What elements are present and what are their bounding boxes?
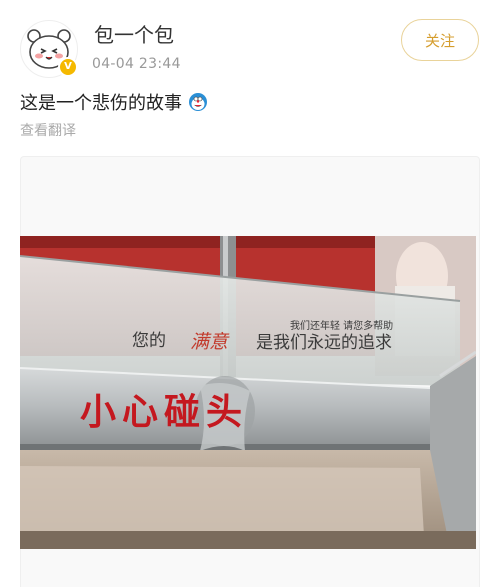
photo-scene: 您的 满意 是我们永远的追求 我们还年轻 请您多帮助 小心碰头: [20, 236, 476, 549]
post-timestamp: 04-04 23:44: [92, 56, 181, 72]
sign-slogan-right: 是我们永远的追求: [256, 333, 392, 353]
sign-slogan-top: 我们还年轻 请您多帮助: [290, 319, 393, 332]
translate-link[interactable]: 查看翻译: [20, 120, 76, 140]
post-text-content: 这是一个悲伤的故事: [20, 93, 182, 114]
follow-button[interactable]: 关注: [401, 19, 479, 61]
username[interactable]: 包一个包: [94, 19, 174, 48]
sign-main-text: 小心碰头: [80, 392, 248, 433]
post-text: 这是一个悲伤的故事: [20, 89, 208, 115]
verified-badge-icon: V: [58, 57, 78, 77]
sign-slogan-left: 您的: [132, 331, 166, 351]
post-photo[interactable]: 您的 满意 是我们永远的追求 我们还年轻 请您多帮助 小心碰头: [20, 236, 476, 549]
doraemon-face-icon: [188, 93, 207, 111]
sign-slogan-handwritten-icon: 满意: [190, 331, 230, 353]
